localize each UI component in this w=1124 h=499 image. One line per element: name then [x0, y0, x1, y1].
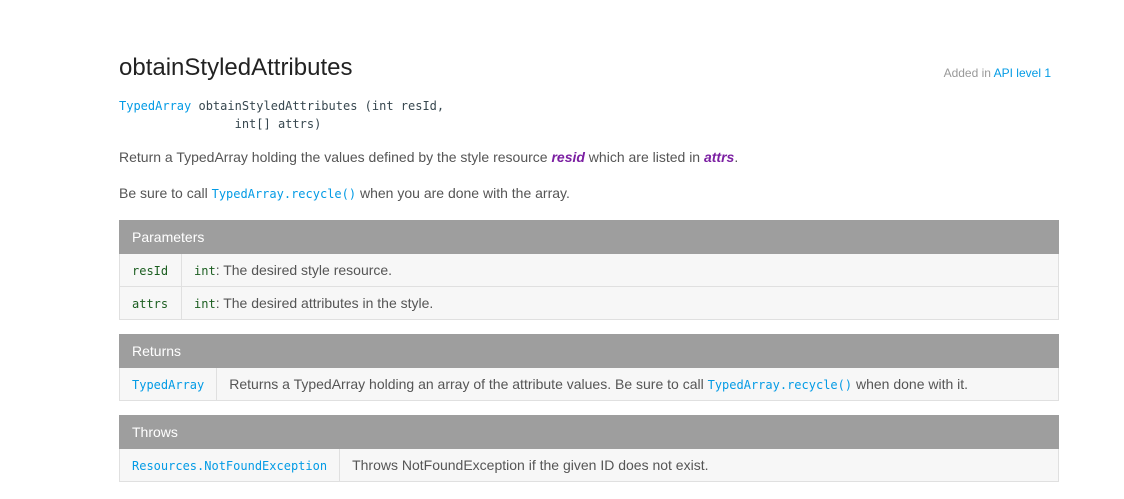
throws-header: Throws [119, 415, 1059, 449]
desc-text: which are listed in [584, 149, 704, 165]
recycle-link[interactable]: TypedArray.recycle() [212, 185, 357, 201]
param-desc: int: The desired style resource. [181, 253, 1059, 287]
return-type: TypedArray [118, 367, 218, 401]
return-type-link[interactable]: TypedArray [132, 376, 204, 392]
api-level-note: Added in API level 1 [944, 66, 1051, 80]
returns-table: Returns TypedArray Returns a TypedArray … [118, 334, 1059, 401]
param-ref-attrs: attrs [703, 149, 735, 165]
return-desc: Returns a TypedArray holding an array of… [216, 367, 1059, 401]
return-type-link[interactable]: TypedArray [119, 99, 191, 113]
recycle-link[interactable]: TypedArray.recycle() [708, 376, 853, 392]
method-signature: TypedArray obtainStyledAttributes (int r… [119, 97, 444, 133]
exception-type: Resources.NotFoundException [118, 448, 341, 482]
returns-header: Returns [119, 334, 1059, 368]
exception-link[interactable]: Resources.NotFoundException [132, 457, 327, 473]
parameters-table: Parameters resId int: The desired style … [119, 220, 1059, 320]
api-level-link[interactable]: API level 1 [994, 66, 1051, 80]
desc-text: Be sure to call [119, 185, 212, 201]
table-row: resId int: The desired style resource. [119, 253, 1059, 287]
param-name: resId [119, 253, 182, 287]
description: Return a TypedArray holding the values d… [119, 149, 738, 165]
table-row: TypedArray Returns a TypedArray holding … [118, 367, 1059, 401]
table-row: Resources.NotFoundException Throws NotFo… [118, 448, 1059, 482]
method-title: obtainStyledAttributes [119, 54, 353, 81]
exception-desc: Throws NotFoundException if the given ID… [339, 448, 1059, 482]
signature-line-2: int[] attrs) [119, 117, 322, 131]
param-name: attrs [119, 286, 182, 320]
desc-text: when you are done with the array. [356, 185, 570, 201]
parameters-header: Parameters [119, 220, 1059, 254]
desc-text: . [734, 149, 739, 165]
throws-table: Throws Resources.NotFoundException Throw… [118, 415, 1059, 482]
param-desc: int: The desired attributes in the style… [181, 286, 1059, 320]
param-ref-resid: resid [551, 149, 585, 165]
recycle-note: Be sure to call TypedArray.recycle() whe… [119, 185, 570, 201]
desc-text: Return a TypedArray holding the values d… [119, 149, 552, 165]
added-label: Added in [943, 66, 994, 80]
signature-line-1: obtainStyledAttributes (int resId, [191, 99, 445, 113]
table-row: attrs int: The desired attributes in the… [119, 286, 1059, 320]
